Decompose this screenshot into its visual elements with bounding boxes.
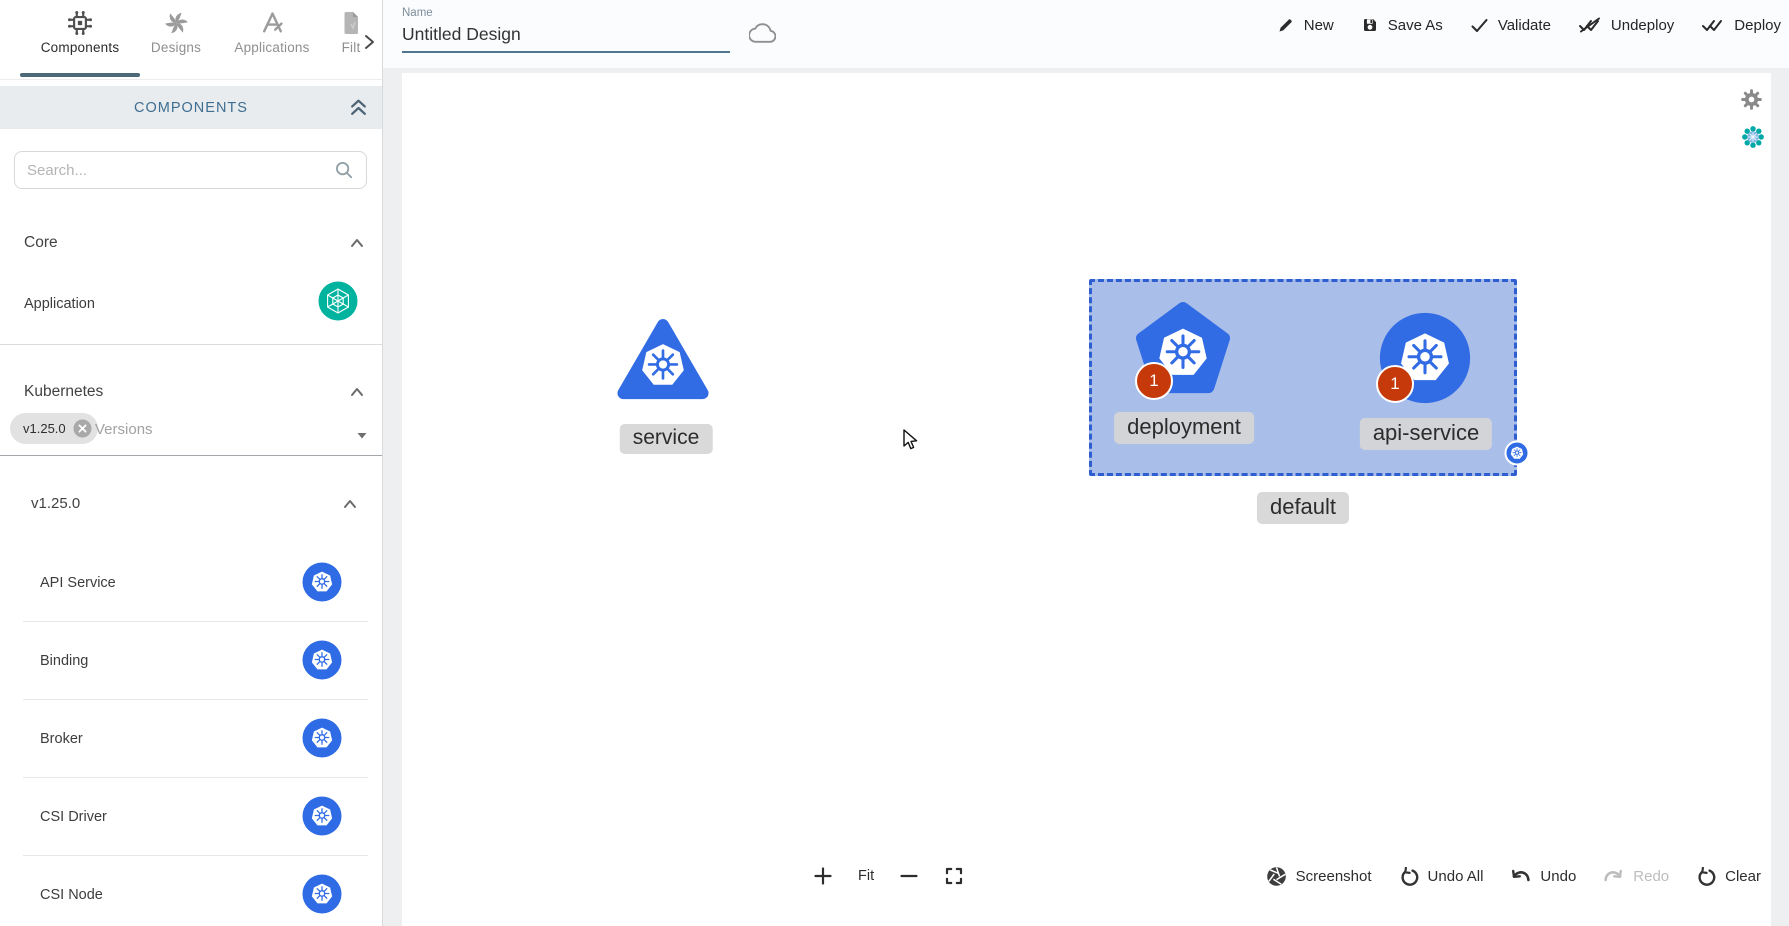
kubernetes-icon[interactable] [302, 796, 342, 836]
deploy-icon [1701, 16, 1725, 34]
component-search [14, 151, 367, 189]
cloud-sync-icon [749, 22, 776, 44]
applications-icon [259, 6, 286, 40]
undeploy-button[interactable]: Undeploy [1578, 16, 1674, 34]
fit-button[interactable]: Fit [858, 868, 874, 884]
tab-label: Components [20, 40, 140, 55]
versions-dropdown-icon[interactable] [355, 430, 369, 442]
node-label-deployment[interactable]: deployment [1114, 412, 1254, 444]
tab-applications[interactable]: Applications [222, 6, 322, 74]
group-kubernetes-badge-icon[interactable] [1504, 440, 1530, 466]
node-service[interactable] [617, 314, 709, 406]
pencil-icon [1277, 16, 1295, 34]
version-chip[interactable]: v1.25.0 [10, 413, 98, 444]
api-service-count-badge: 1 [1376, 365, 1414, 403]
tab-label: Applications [222, 40, 322, 55]
tabs-scroll-right-icon[interactable] [361, 33, 377, 51]
components-icon [65, 6, 95, 40]
list-item[interactable]: API Service [40, 574, 116, 592]
group-label-default[interactable]: default [1257, 492, 1349, 524]
active-tab-indicator [20, 73, 140, 77]
zoom-in-icon[interactable] [813, 866, 833, 886]
meshmap-app: Components Designs [0, 0, 1789, 926]
fullscreen-icon[interactable] [944, 866, 964, 886]
versions-select-underline [0, 455, 382, 456]
tab-designs[interactable]: Designs [136, 6, 216, 74]
redo-button[interactable]: Redo [1603, 868, 1669, 886]
list-item[interactable]: Binding [40, 652, 88, 670]
component-item-label: Application [24, 295, 95, 313]
list-item[interactable]: CSI Driver [40, 808, 107, 826]
save-as-button[interactable]: Save As [1361, 16, 1443, 34]
sidebar-tabbar: Components Designs [0, 0, 382, 80]
versions-select-placeholder[interactable]: Versions [95, 421, 153, 438]
undeploy-icon [1578, 16, 1602, 34]
section-title-core: Core [24, 234, 58, 252]
name-field-label: Name [402, 7, 433, 19]
node-label-service[interactable]: service [620, 424, 713, 454]
section-title-kubernetes: Kubernetes [24, 383, 103, 401]
components-sidebar: Components Designs [0, 0, 383, 926]
history-controls: Screenshot Undo All Undo [1266, 866, 1761, 887]
check-icon [1470, 17, 1489, 34]
kubernetes-icon[interactable] [302, 874, 342, 914]
version-chip-label: v1.25.0 [23, 421, 66, 436]
new-button[interactable]: New [1277, 16, 1334, 34]
collapse-core-icon[interactable] [349, 235, 365, 251]
list-item[interactable]: CSI Node [40, 886, 103, 904]
node-label-api-service[interactable]: api-service [1360, 418, 1492, 450]
zoom-controls: Fit [813, 866, 964, 886]
undo-all-button[interactable]: Undo All [1399, 867, 1484, 887]
undo-all-icon [1399, 867, 1419, 887]
design-workspace: Name New [383, 0, 1789, 926]
mouse-cursor [903, 429, 925, 453]
tab-components[interactable]: Components [20, 6, 140, 74]
design-canvas[interactable] [402, 73, 1771, 926]
kubernetes-icon[interactable] [302, 640, 342, 680]
designs-icon [163, 6, 190, 40]
collapse-kubernetes-icon[interactable] [349, 384, 365, 400]
deploy-button[interactable]: Deploy [1701, 16, 1781, 34]
deployment-count-badge: 1 [1135, 362, 1173, 400]
shutter-icon [1266, 866, 1287, 887]
section-title-version: v1.25.0 [31, 495, 80, 512]
design-actions: New Save As Validate [1277, 16, 1781, 34]
list-divider [23, 621, 368, 622]
save-icon [1361, 16, 1379, 34]
search-input[interactable] [27, 162, 334, 179]
clear-button[interactable]: Clear [1696, 867, 1761, 887]
design-name-input[interactable] [402, 24, 729, 45]
undo-button[interactable]: Undo [1510, 868, 1576, 886]
undo-icon [1510, 868, 1531, 886]
collapse-version-icon[interactable] [342, 496, 358, 512]
validate-button[interactable]: Validate [1470, 17, 1551, 34]
chip-remove-icon[interactable] [73, 419, 92, 438]
zoom-out-icon[interactable] [899, 866, 919, 886]
design-topbar: Name New [383, 0, 1789, 68]
panel-title: COMPONENTS [134, 100, 248, 116]
clear-icon [1696, 867, 1716, 887]
list-item[interactable]: Broker [40, 730, 83, 748]
kubernetes-icon[interactable] [302, 718, 342, 758]
list-divider [23, 699, 368, 700]
list-divider [23, 777, 368, 778]
collapse-panel-icon[interactable] [349, 97, 368, 118]
components-panel-header: COMPONENTS [0, 86, 382, 129]
screenshot-button[interactable]: Screenshot [1266, 866, 1372, 887]
search-icon[interactable] [334, 160, 354, 180]
name-field-underline [402, 51, 730, 53]
meshery-application-icon[interactable] [318, 281, 358, 321]
section-divider [0, 344, 382, 345]
meshsync-flower-icon[interactable] [1740, 124, 1766, 150]
kubernetes-icon[interactable] [302, 562, 342, 602]
canvas-settings-gear-icon[interactable] [1740, 88, 1763, 111]
redo-icon [1603, 868, 1624, 886]
tab-label: Designs [136, 40, 216, 55]
list-divider [23, 855, 368, 856]
